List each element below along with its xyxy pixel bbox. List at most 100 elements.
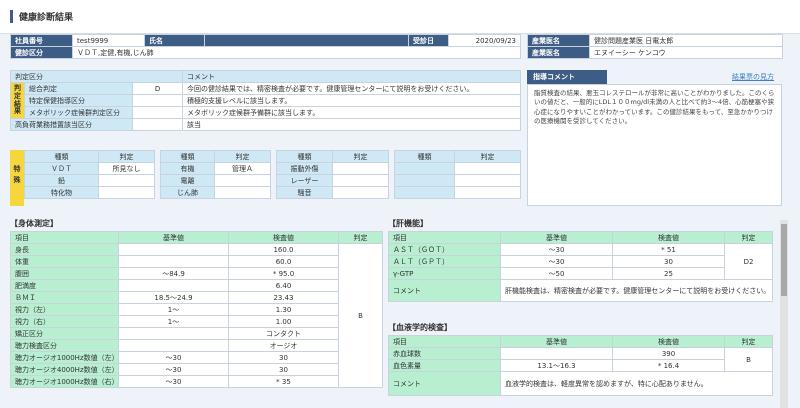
name-label: 氏名: [144, 34, 205, 47]
body-row-value: コンタクト: [228, 327, 339, 340]
body-row-value: 23.43: [228, 291, 339, 304]
body-row-value: 30: [228, 351, 339, 364]
body-row-value: 60.0: [228, 255, 339, 268]
special-type-header: 種類: [394, 150, 455, 163]
special-judge-header: 判定: [454, 150, 521, 163]
judgment-row-comment: 該当: [182, 118, 522, 131]
employee-no-label: 社員番号: [10, 34, 73, 47]
liver-table: 項目 基準値 検査値 判定 ＡＳＴ（ＧＯＴ） 〜30 * 51 D2 ＡＬＴ（Ｇ…: [388, 231, 773, 302]
liver-header-judge: 判定: [724, 231, 773, 244]
judgment-row-label: メタボリック症候群判定区分: [24, 106, 133, 119]
body-row-value: 6.40: [228, 279, 339, 292]
body-section-title: 【身体測定】: [10, 219, 58, 228]
exam-date-label: 受診日: [408, 34, 449, 47]
body-row-ref: 18.5〜24.9: [118, 291, 229, 304]
special-type: [394, 186, 455, 199]
body-header-value: 検査値: [228, 231, 339, 244]
special-side-label: 特殊: [10, 150, 24, 206]
liver-row-value: 25: [612, 267, 725, 280]
guidance-link[interactable]: 結果票の見方: [732, 72, 774, 82]
special-judge: [214, 174, 271, 187]
body-header-judge: 判定: [338, 231, 383, 244]
special-judge-header: 判定: [214, 150, 271, 163]
doctor-label: 産業医名: [527, 34, 590, 47]
blood-row-item: 赤血球数: [388, 347, 501, 360]
liver-row-value: 30: [612, 255, 725, 268]
liver-comment: 肝機能検査は、精密検査が必要です。健康管理センターにて説明をお受けください。: [500, 279, 773, 302]
special-judge: [454, 186, 521, 199]
special-judge: 管理Ａ: [214, 162, 271, 175]
special-group-2: 種類 判定 有機 管理Ａ 電離 じん肺: [160, 150, 271, 199]
blood-row-ref: [500, 347, 613, 360]
body-row-item: 肥満度: [10, 279, 119, 292]
body-row-item: 視力（右）: [10, 315, 119, 328]
special-judge: [332, 162, 389, 175]
liver-header-ref: 基準値: [500, 231, 613, 244]
liver-comment-label: コメント: [388, 279, 501, 302]
body-row-ref: [118, 327, 229, 340]
blood-table: 項目 基準値 検査値 判定 赤血球数 390 B 血色素量 13.1〜16.3 * …: [388, 335, 773, 396]
body-row-ref: 〜30: [118, 363, 229, 376]
scrollbar-thumb[interactable]: [781, 224, 787, 296]
special-judge: [98, 174, 155, 187]
guidance-text: 脂質検査の結果、悪玉コレステロールが非常に高いことがわかりました。このくらいの値…: [527, 84, 782, 206]
special-type-header: 種類: [24, 150, 99, 163]
body-row-ref: 1〜: [118, 315, 229, 328]
body-row-value: オージオ: [228, 339, 339, 352]
special-type: 電離: [160, 174, 215, 187]
body-header-ref: 基準値: [118, 231, 229, 244]
judgment-row-label: 高負荷業務措置該当区分: [10, 118, 133, 131]
blood-row-value: * 16.4: [612, 359, 725, 372]
special-judge: 所見なし: [98, 162, 155, 175]
judgment-row-value: [131, 118, 184, 131]
special-type: 特化物: [24, 186, 99, 199]
judgment-row-label: 総合判定: [24, 82, 133, 95]
special-side-label-text: 特殊: [13, 165, 21, 185]
blood-header-judge: 判定: [724, 335, 773, 348]
body-row-item: 身長: [10, 243, 119, 256]
body-row-value: 1.00: [228, 315, 339, 328]
special-type-header: 種類: [160, 150, 215, 163]
blood-comment: 血液学的検査は、軽度異常を認めますが、特に心配ありません。: [500, 371, 773, 396]
blood-section-title: 【血液学的検査】: [388, 323, 452, 332]
judgment-table: 判定区分 コメント 判定結果 総合判定 D 今回の健診結果では、精密検査が必要で…: [9, 70, 522, 131]
top-bar: 健康診断結果: [0, 0, 800, 34]
body-row-ref: 〜30: [118, 351, 229, 364]
liver-section-title: 【肝機能】: [388, 219, 428, 228]
judgment-side-label: 判定結果: [10, 82, 25, 119]
guidance-title: 指導コメント: [527, 70, 607, 84]
judgment-row-label: 特定保健指導区分: [24, 94, 133, 107]
special-type: 騒音: [276, 186, 333, 199]
special-judge: [214, 186, 271, 199]
liver-row-ref: 〜30: [500, 243, 613, 256]
special-type: レーザー: [276, 174, 333, 187]
blood-header-value: 検査値: [612, 335, 725, 348]
body-row-value: 1.30: [228, 303, 339, 316]
page-title: 健康診断結果: [10, 10, 73, 23]
special-judge-header: 判定: [332, 150, 389, 163]
body-row-value: * 35: [228, 375, 339, 388]
special-judge: [454, 174, 521, 187]
special-group-3: 種類 判定 振動外傷 レーザー 騒音: [276, 150, 389, 199]
judgment-row-value: [131, 106, 184, 119]
liver-header-item: 項目: [388, 231, 501, 244]
special-judge: [98, 186, 155, 199]
body-table: 項目 基準値 検査値 判定 身長 160.0 B 体重 60.0 腹囲 〜84.9 *…: [10, 231, 383, 388]
name-value: [204, 34, 421, 47]
special-judge: [332, 174, 389, 187]
body-row-value: 30: [228, 363, 339, 376]
liver-row-item: ＡＳＴ（ＧＯＴ）: [388, 243, 501, 256]
blood-comment-label: コメント: [388, 371, 501, 396]
comment-col-header: コメント: [182, 70, 522, 83]
judgment-col-header: 判定区分: [9, 70, 184, 83]
blood-judge: B: [724, 347, 773, 372]
liver-row-ref: 〜50: [500, 267, 613, 280]
liver-judge: D2: [724, 243, 773, 280]
body-row-ref: [118, 279, 229, 292]
special-group-4: 種類 判定: [394, 150, 521, 199]
special-type-header: 種類: [276, 150, 333, 163]
judgment-row-comment: 積極的支援レベルに該当します。: [182, 94, 522, 107]
judgment-row-value: D: [131, 82, 184, 95]
judgment-row-comment: 今回の健診結果では、精密検査が必要です。健康管理センターにて説明をお受けください…: [182, 82, 522, 95]
body-row-item: 聴力オージオ1000Hz数値（左）: [10, 351, 119, 364]
